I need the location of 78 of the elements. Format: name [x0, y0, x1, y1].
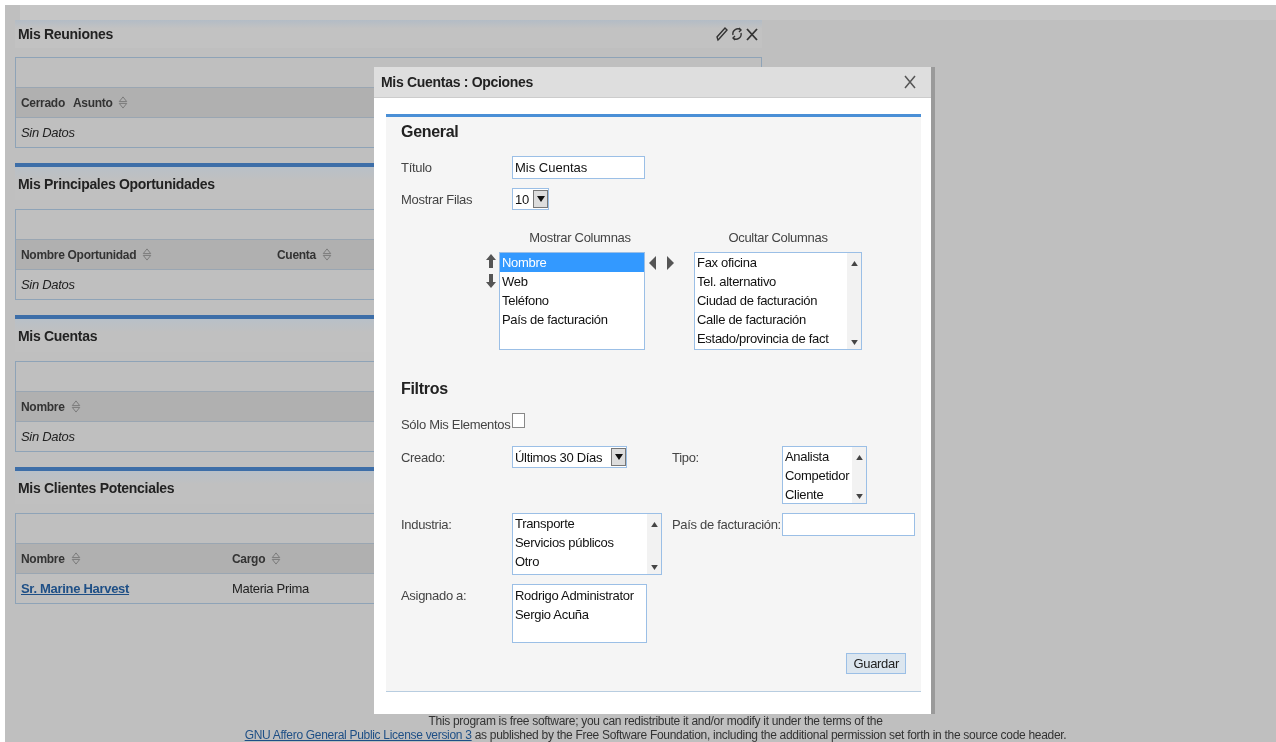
empty-message: Sin Datos	[21, 429, 75, 444]
column-header[interactable]: Nombre Oportunidad	[21, 247, 269, 262]
scrollbar[interactable]	[647, 514, 661, 574]
close-icon[interactable]	[904, 75, 916, 89]
column-header[interactable]: Cerrado	[21, 95, 65, 110]
section-heading: General	[401, 123, 460, 141]
list-option[interactable]: Calle de facturación	[695, 310, 847, 329]
refresh-icon[interactable]	[730, 26, 744, 42]
list-heading: Mostrar Columnas	[529, 230, 631, 245]
list-option[interactable]: Teléfono	[500, 291, 644, 310]
list-option[interactable]: Cliente	[783, 485, 852, 504]
list-option[interactable]: Tel. alternativo	[695, 272, 847, 291]
field-label: Mostrar Filas	[401, 191, 474, 207]
field-label: Sólo Mis Elementos	[401, 416, 512, 432]
column-header[interactable]: Nombre	[21, 399, 81, 414]
record-link[interactable]: Sr. Marine Harvest	[21, 581, 130, 596]
field-label: Título	[401, 159, 433, 175]
license-text: This program is free software; you can redistribute it and/or modify it under the terms of the	[427, 714, 884, 728]
list-option[interactable]: Sergio Acuña	[513, 605, 646, 624]
section-heading: Filtros	[401, 380, 449, 398]
rows-dropdown[interactable]: 10	[512, 188, 549, 210]
scroll-down-icon[interactable]	[650, 565, 658, 570]
empty-message: Sin Datos	[21, 125, 75, 140]
table-cell: Materia Prima	[232, 581, 309, 596]
close-icon[interactable]	[745, 26, 759, 42]
checkbox[interactable]	[512, 412, 525, 428]
list-option[interactable]: Rodrigo Administrator	[513, 586, 646, 605]
dashlet-title: Mis Clientes Potenciales	[18, 479, 175, 496]
move-left-icon[interactable]	[649, 256, 657, 270]
list-option[interactable]: Fax oficina	[695, 253, 847, 272]
move-down-icon[interactable]	[486, 274, 496, 288]
list-option[interactable]: Estado/provincia de fact	[695, 329, 847, 348]
dialog-title: Mis Cuentas : Opciones	[381, 74, 534, 90]
column-header[interactable]: Asunto	[72, 95, 129, 110]
column-header[interactable]: Cargo	[232, 551, 282, 566]
field-label: País de facturación:	[672, 516, 782, 534]
scrollbar[interactable]	[852, 447, 866, 503]
created-dropdown[interactable]: Últimos 30 Días	[512, 446, 627, 468]
assigned-list[interactable]: Rodrigo Administrator Sergio Acuña	[512, 584, 647, 643]
list-option[interactable]: País de facturación	[500, 310, 644, 329]
title-field[interactable]: Mis Cuentas	[512, 155, 645, 179]
license-link[interactable]: GNU Affero General Public License version 3	[244, 728, 472, 742]
field-label: Industria:	[401, 516, 453, 534]
scroll-down-icon[interactable]	[850, 340, 858, 345]
list-heading: Ocultar Columnas	[728, 230, 828, 245]
list-option[interactable]: Web	[500, 272, 644, 291]
scroll-up-icon[interactable]	[850, 261, 858, 266]
field-label: Tipo:	[672, 449, 700, 467]
scroll-up-icon[interactable]	[650, 522, 658, 527]
list-option[interactable]: Transporte	[513, 514, 647, 533]
list-option[interactable]: Servicios públicos	[513, 533, 647, 552]
list-option[interactable]: Ciudad de facturación	[695, 291, 847, 310]
billing-country-field[interactable]	[782, 513, 915, 536]
move-right-icon[interactable]	[666, 256, 674, 270]
scrollbar[interactable]	[847, 253, 861, 349]
dropdown-arrow-icon	[536, 196, 545, 202]
type-list[interactable]: Analista Competidor Cliente	[782, 446, 867, 504]
license-text: as published by the Free Software Foundation, including the additional permission set forth in the source code header.	[474, 728, 1067, 742]
list-option[interactable]: Otro	[513, 552, 647, 571]
hidden-columns-list[interactable]: Fax oficina Tel. alternativo Ciudad de facturación Calle de facturación Estado/provincia de fact	[694, 252, 862, 350]
save-button[interactable]: Guardar	[846, 653, 906, 674]
dashlet-title: Mis Principales Oportunidades	[18, 175, 215, 192]
scroll-up-icon[interactable]	[855, 455, 863, 460]
list-option[interactable]: Analista	[783, 447, 852, 466]
list-option[interactable]: Competidor	[783, 466, 852, 485]
column-header[interactable]: Cuenta	[277, 247, 332, 262]
empty-message: Sin Datos	[21, 277, 75, 292]
shown-columns-list[interactable]: Nombre Web Teléfono País de facturación	[499, 252, 645, 350]
field-label: Asignado a:	[401, 587, 468, 605]
edit-icon[interactable]	[715, 26, 729, 42]
dashlet-title: Mis Cuentas	[18, 327, 98, 344]
industry-list[interactable]: Transporte Servicios públicos Otro	[512, 513, 662, 575]
dropdown-arrow-icon	[614, 454, 623, 460]
field-label: Creado:	[401, 449, 447, 467]
dashlet-title: Mis Reuniones	[18, 26, 113, 42]
scroll-down-icon[interactable]	[855, 494, 863, 499]
move-up-icon[interactable]	[486, 254, 496, 268]
column-header[interactable]: Nombre	[21, 551, 224, 566]
